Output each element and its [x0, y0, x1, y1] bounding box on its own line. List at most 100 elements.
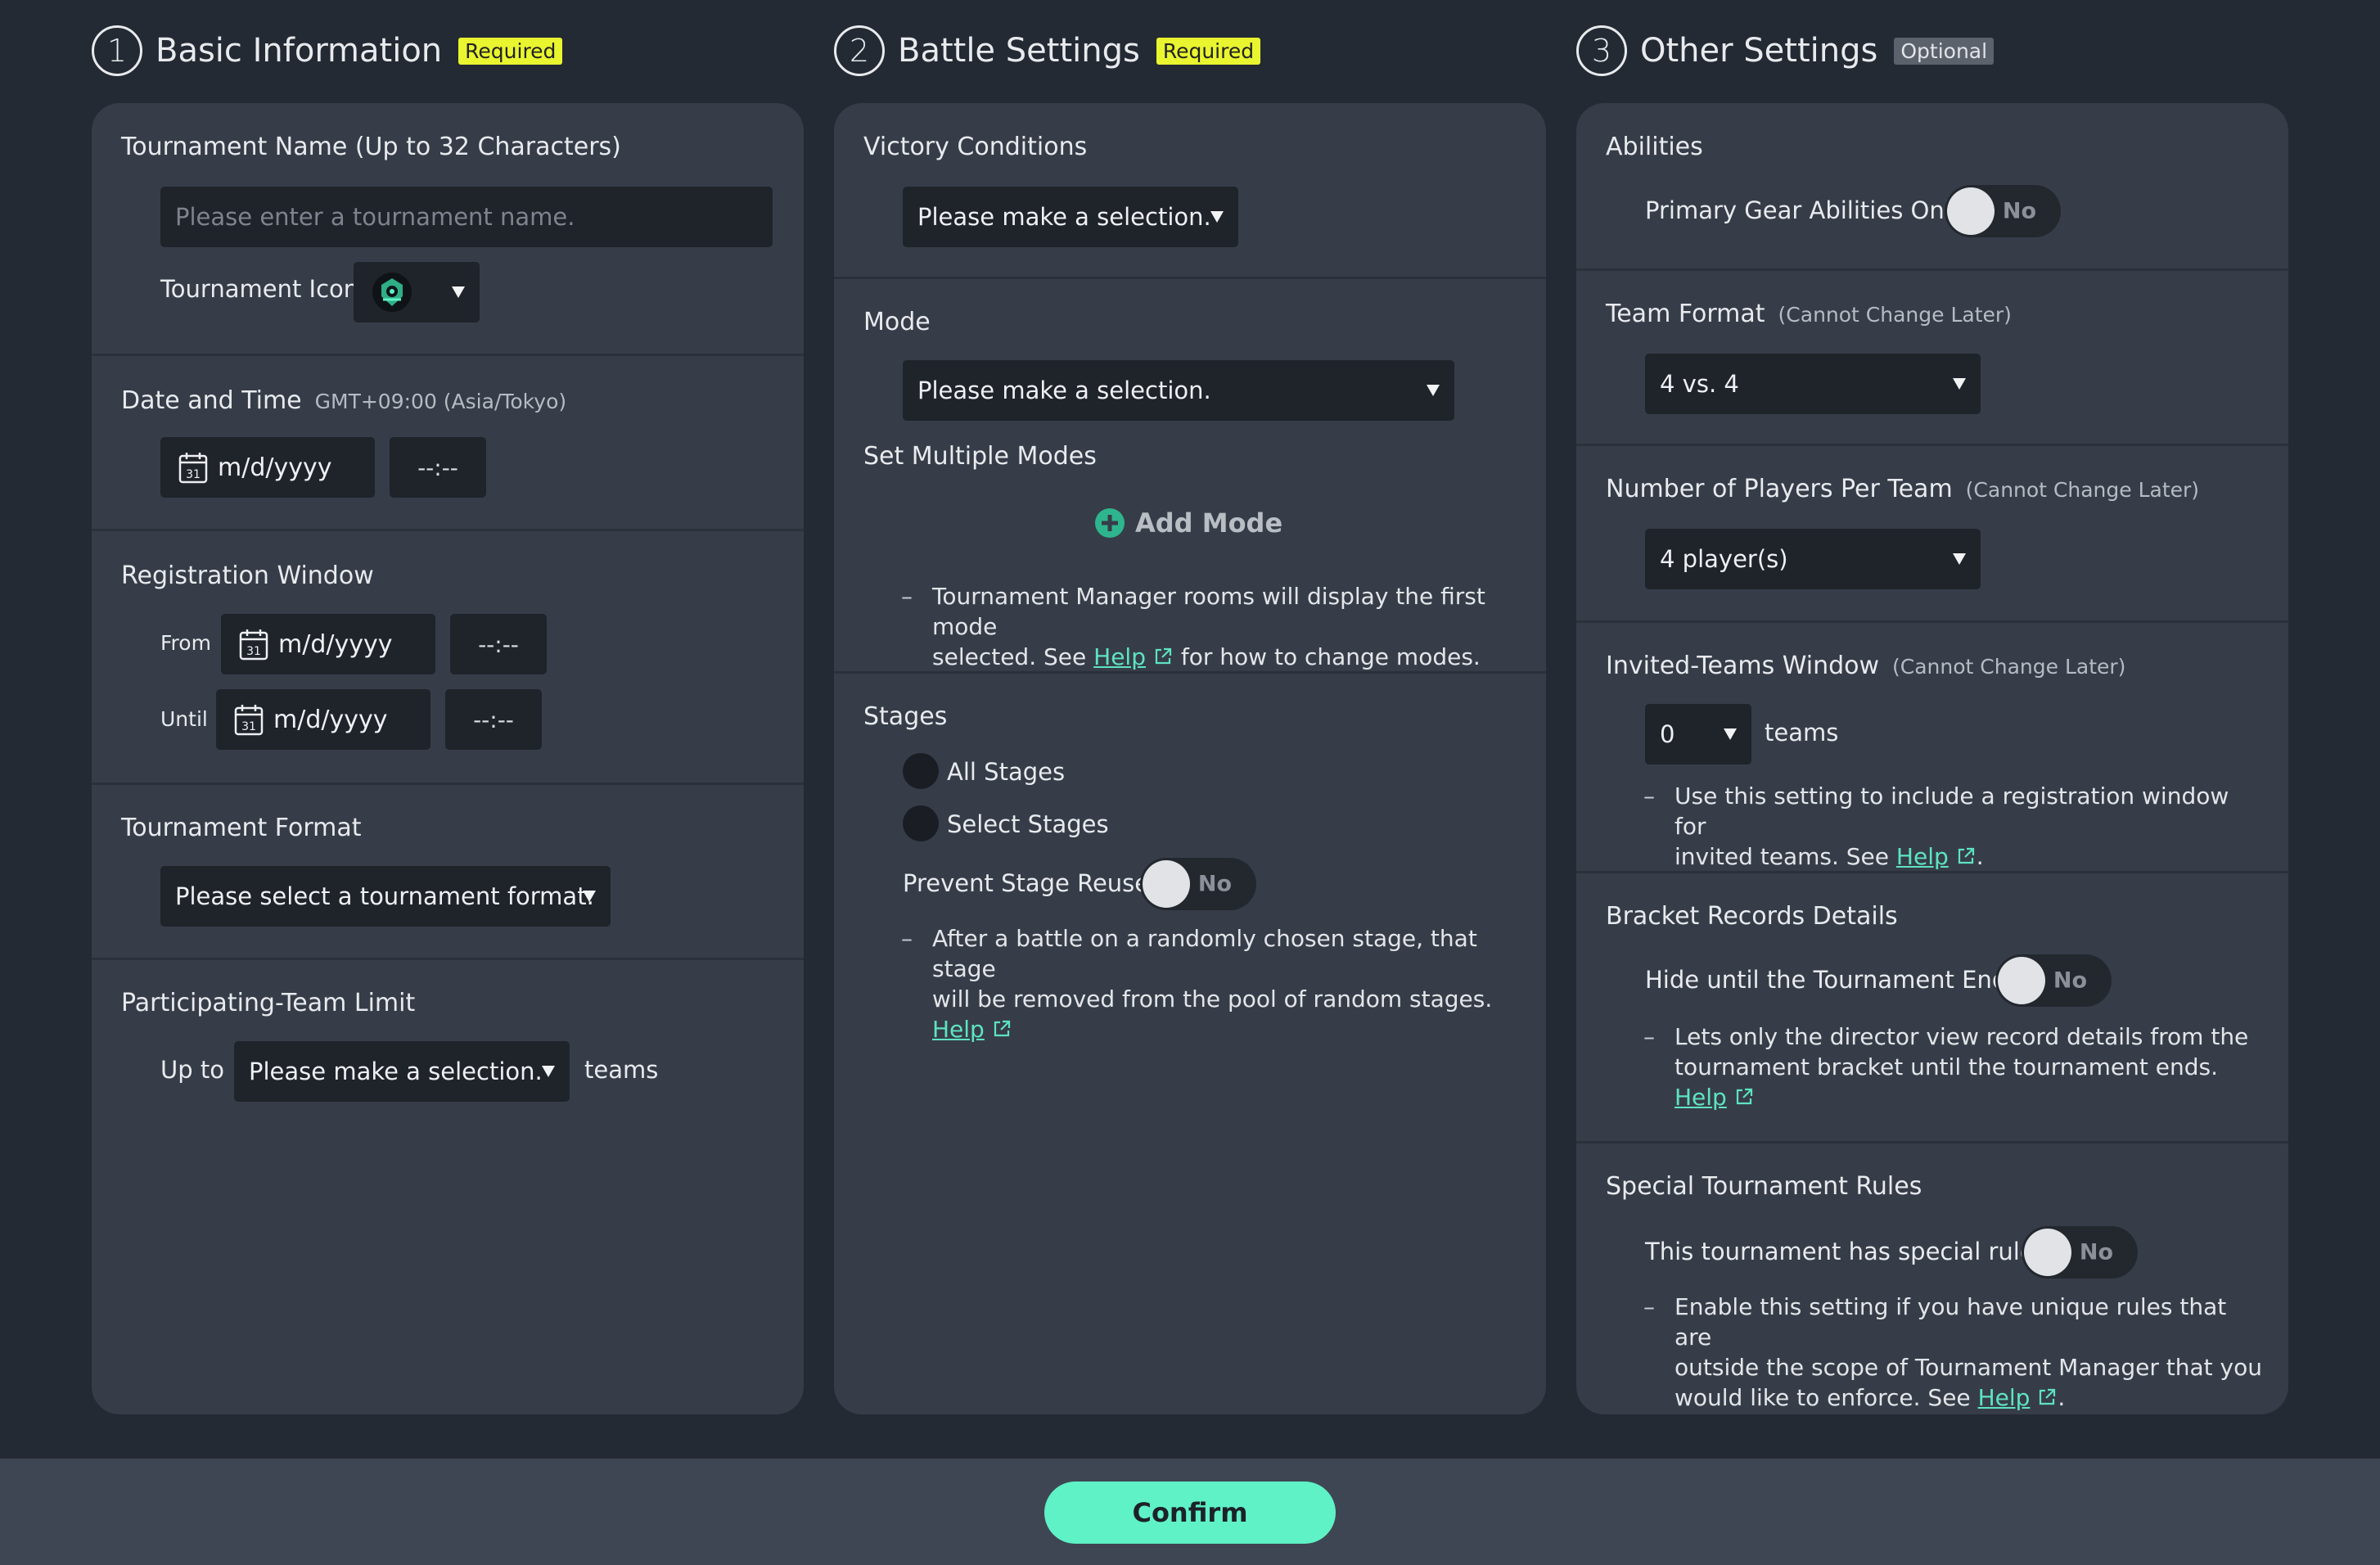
players-per-team-select[interactable]: 4 player(s)	[1645, 529, 1981, 589]
chevron-down-icon	[1210, 211, 1224, 223]
victory-conditions-select[interactable]: Please make a selection.	[903, 187, 1238, 247]
chevron-down-icon	[1427, 385, 1440, 396]
hide-until-label: Hide until the Tournament Ends	[1645, 966, 2020, 994]
optional-badge: Optional	[1894, 37, 1995, 65]
step-title: Other Settings	[1640, 32, 1878, 70]
multiple-modes-title: Set Multiple Modes	[863, 442, 1097, 471]
team-format-title: Team Format (Cannot Change Later)	[1606, 300, 2012, 328]
tournament-icon-select[interactable]	[354, 262, 480, 322]
other-settings-panel: Abilities Primary Gear Abilities Only No…	[1576, 103, 2288, 1414]
help-link[interactable]: Help	[1675, 1084, 1727, 1111]
registration-until-time-input[interactable]: --:--	[445, 689, 542, 750]
battle-settings-panel: Victory Conditions Please make a selecti…	[834, 103, 1546, 1414]
primary-gear-label: Primary Gear Abilities Only	[1645, 196, 1965, 224]
svg-text:31: 31	[241, 720, 256, 733]
registration-from-date-input[interactable]: 31 m/d/yyyy	[221, 614, 435, 674]
calendar-icon: 31	[178, 453, 208, 484]
timezone-note: GMT+09:00 (Asia/Tokyo)	[314, 390, 567, 413]
date-time-title: Date and Time GMT+09:00 (Asia/Tokyo)	[121, 386, 567, 415]
players-per-team-title: Number of Players Per Team (Cannot Change…	[1606, 475, 2200, 503]
players-per-team-value: 4 player(s)	[1660, 545, 1788, 573]
stages-title: Stages	[863, 702, 948, 731]
registration-until-label: Until	[160, 707, 208, 731]
help-link[interactable]: Help	[932, 1016, 985, 1043]
hide-until-toggle[interactable]: No	[1995, 954, 2112, 1007]
start-date-input[interactable]: 31 m/d/yyyy	[160, 437, 375, 498]
chevron-down-icon	[542, 1066, 555, 1077]
registration-until-date-input[interactable]: 31 m/d/yyyy	[216, 689, 430, 750]
bracket-records-note: – Lets only the director view record det…	[1643, 1023, 2249, 1111]
bracket-records-title: Bracket Records Details	[1606, 902, 1898, 931]
mode-select[interactable]: Please make a selection.	[903, 360, 1454, 421]
required-badge: Required	[458, 37, 563, 65]
select-stages-radio[interactable]	[903, 805, 939, 841]
all-stages-label: All Stages	[947, 758, 1066, 786]
step-number: 3	[1576, 25, 1627, 76]
toggle-knob	[2024, 1229, 2071, 1276]
special-rules-toggle[interactable]: No	[2022, 1226, 2138, 1279]
add-mode-label: Add Mode	[1135, 507, 1283, 539]
mode-note: – Tournament Manager rooms will display …	[901, 583, 1485, 670]
chevron-down-icon	[583, 891, 596, 902]
step-number: 2	[834, 25, 885, 76]
start-time-input[interactable]: --:--	[390, 437, 486, 498]
prevent-stage-reuse-toggle[interactable]: No	[1140, 858, 1256, 910]
team-limit-suffix: teams	[584, 1056, 659, 1084]
toggle-knob	[1947, 187, 1995, 235]
help-link[interactable]: Help	[1896, 843, 1949, 870]
help-link[interactable]: Help	[1978, 1384, 2031, 1411]
registration-window-title: Registration Window	[121, 562, 374, 590]
invited-teams-note: – Use this setting to include a registra…	[1643, 782, 2229, 870]
step-number: 1	[92, 25, 142, 76]
step-header-basic: 1 Basic Information Required	[92, 25, 563, 77]
chevron-down-icon	[1724, 728, 1737, 740]
confirm-button[interactable]: Confirm	[1044, 1482, 1336, 1544]
primary-gear-toggle[interactable]: No	[1945, 185, 2061, 237]
external-link-icon	[1155, 647, 1172, 665]
chevron-down-icon	[1953, 553, 1966, 565]
victory-conditions-title: Victory Conditions	[863, 133, 1088, 161]
toggle-state: No	[2053, 967, 2087, 994]
invited-teams-suffix: teams	[1765, 719, 1839, 746]
help-link[interactable]: Help	[1093, 643, 1146, 670]
mode-title: Mode	[863, 308, 931, 336]
select-stages-label: Select Stages	[947, 810, 1109, 838]
toggle-state: No	[2002, 198, 2036, 224]
chevron-down-icon	[1953, 378, 1966, 390]
toggle-state: No	[1197, 871, 1232, 897]
all-stages-radio[interactable]	[903, 753, 939, 789]
plus-circle-icon	[1095, 508, 1125, 538]
calendar-icon: 31	[239, 629, 268, 661]
svg-text:31: 31	[186, 468, 201, 481]
team-format-select[interactable]: 4 vs. 4	[1645, 354, 1981, 414]
toggle-knob	[1143, 860, 1190, 908]
invited-teams-select[interactable]: 0	[1645, 704, 1751, 764]
team-limit-prefix: Up to	[160, 1056, 224, 1084]
tournament-format-title: Tournament Format	[121, 814, 362, 842]
registration-from-time-input[interactable]: --:--	[450, 614, 547, 674]
tournament-name-input[interactable]: Please enter a tournament name.	[160, 187, 773, 247]
abilities-title: Abilities	[1606, 133, 1703, 161]
basic-information-panel: Tournament Name (Up to 32 Characters) Pl…	[92, 103, 804, 1414]
tournament-format-select[interactable]: Please select a tournament format.	[160, 866, 611, 927]
prevent-stage-reuse-label: Prevent Stage Reuse	[903, 869, 1150, 897]
svg-text:31: 31	[246, 645, 261, 658]
special-rules-note: – Enable this setting if you have unique…	[1643, 1293, 2262, 1411]
calendar-icon: 31	[234, 705, 264, 736]
tournament-name-title: Tournament Name (Up to 32 Characters)	[121, 133, 621, 161]
chevron-down-icon	[452, 286, 465, 298]
step-header-battle: 2 Battle Settings Required	[834, 25, 1261, 77]
add-mode-button[interactable]: Add Mode	[1094, 507, 1282, 539]
date-placeholder: m/d/yyyy	[273, 705, 388, 734]
special-rules-title: Special Tournament Rules	[1606, 1172, 1922, 1201]
external-link-icon	[994, 1020, 1010, 1037]
required-badge: Required	[1156, 37, 1261, 65]
external-link-icon	[2040, 1388, 2056, 1405]
toggle-state: No	[2079, 1239, 2113, 1265]
toggle-knob	[1998, 957, 2045, 1004]
external-link-icon	[1736, 1088, 1752, 1105]
registration-from-label: From	[160, 631, 211, 655]
victory-conditions-value: Please make a selection.	[917, 203, 1211, 231]
mode-value: Please make a selection.	[917, 377, 1211, 404]
team-limit-select[interactable]: Please make a selection.	[234, 1041, 570, 1102]
